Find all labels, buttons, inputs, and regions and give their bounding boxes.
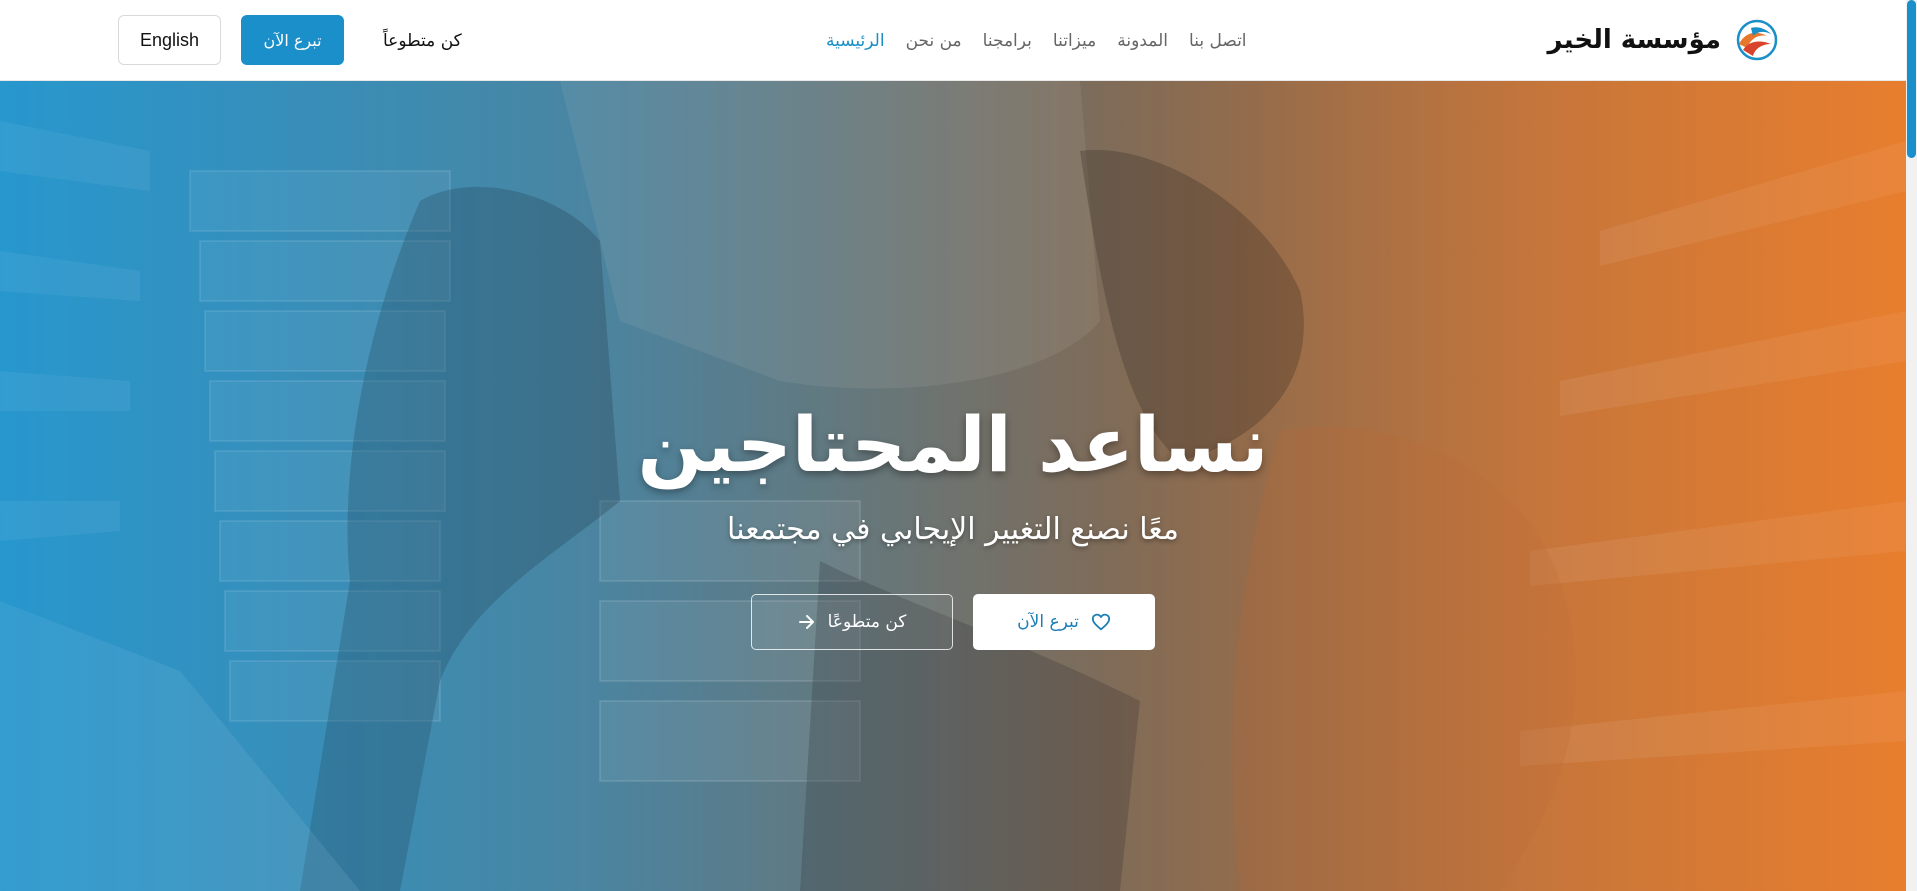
main-nav: الرئيسية من نحن برامجنا ميزاتنا المدونة … <box>826 26 1247 56</box>
nav-about[interactable]: من نحن <box>906 31 962 51</box>
nav-home[interactable]: الرئيسية <box>826 31 885 51</box>
hero-donate-button[interactable]: تبرع الآن <box>973 594 1155 650</box>
brand-name: مؤسسة الخير <box>1547 25 1721 55</box>
hero-donate-label: تبرع الآن <box>1017 612 1079 632</box>
heart-icon <box>1091 613 1110 631</box>
hero-title: نساعد المحتاجين <box>637 400 1269 489</box>
brand[interactable]: مؤسسة الخير <box>1548 18 1779 62</box>
header-volunteer-link[interactable]: كن متطوعاً <box>383 26 462 56</box>
arrow-right-icon <box>798 615 814 629</box>
nav-features[interactable]: ميزاتنا <box>1053 31 1096 51</box>
page-scrollbar-thumb[interactable] <box>1907 0 1916 158</box>
language-toggle-button[interactable]: English <box>118 15 221 65</box>
header-donate-button[interactable]: تبرع الآن <box>241 15 344 65</box>
brand-logo-icon <box>1736 19 1778 61</box>
hero-volunteer-label: كن متطوعًا <box>827 612 907 632</box>
hero-subtitle: معًا نصنع التغيير الإيجابي في مجتمعنا <box>727 512 1179 547</box>
nav-contact[interactable]: اتصل بنا <box>1189 31 1247 51</box>
hero-section: نساعد المحتاجين معًا نصنع التغيير الإيجا… <box>0 81 1906 891</box>
site-header: مؤسسة الخير الرئيسية من نحن برامجنا ميزا… <box>0 0 1906 81</box>
hero-volunteer-button[interactable]: كن متطوعًا <box>751 594 953 650</box>
nav-programs[interactable]: برامجنا <box>983 31 1032 51</box>
nav-blog[interactable]: المدونة <box>1117 31 1168 51</box>
